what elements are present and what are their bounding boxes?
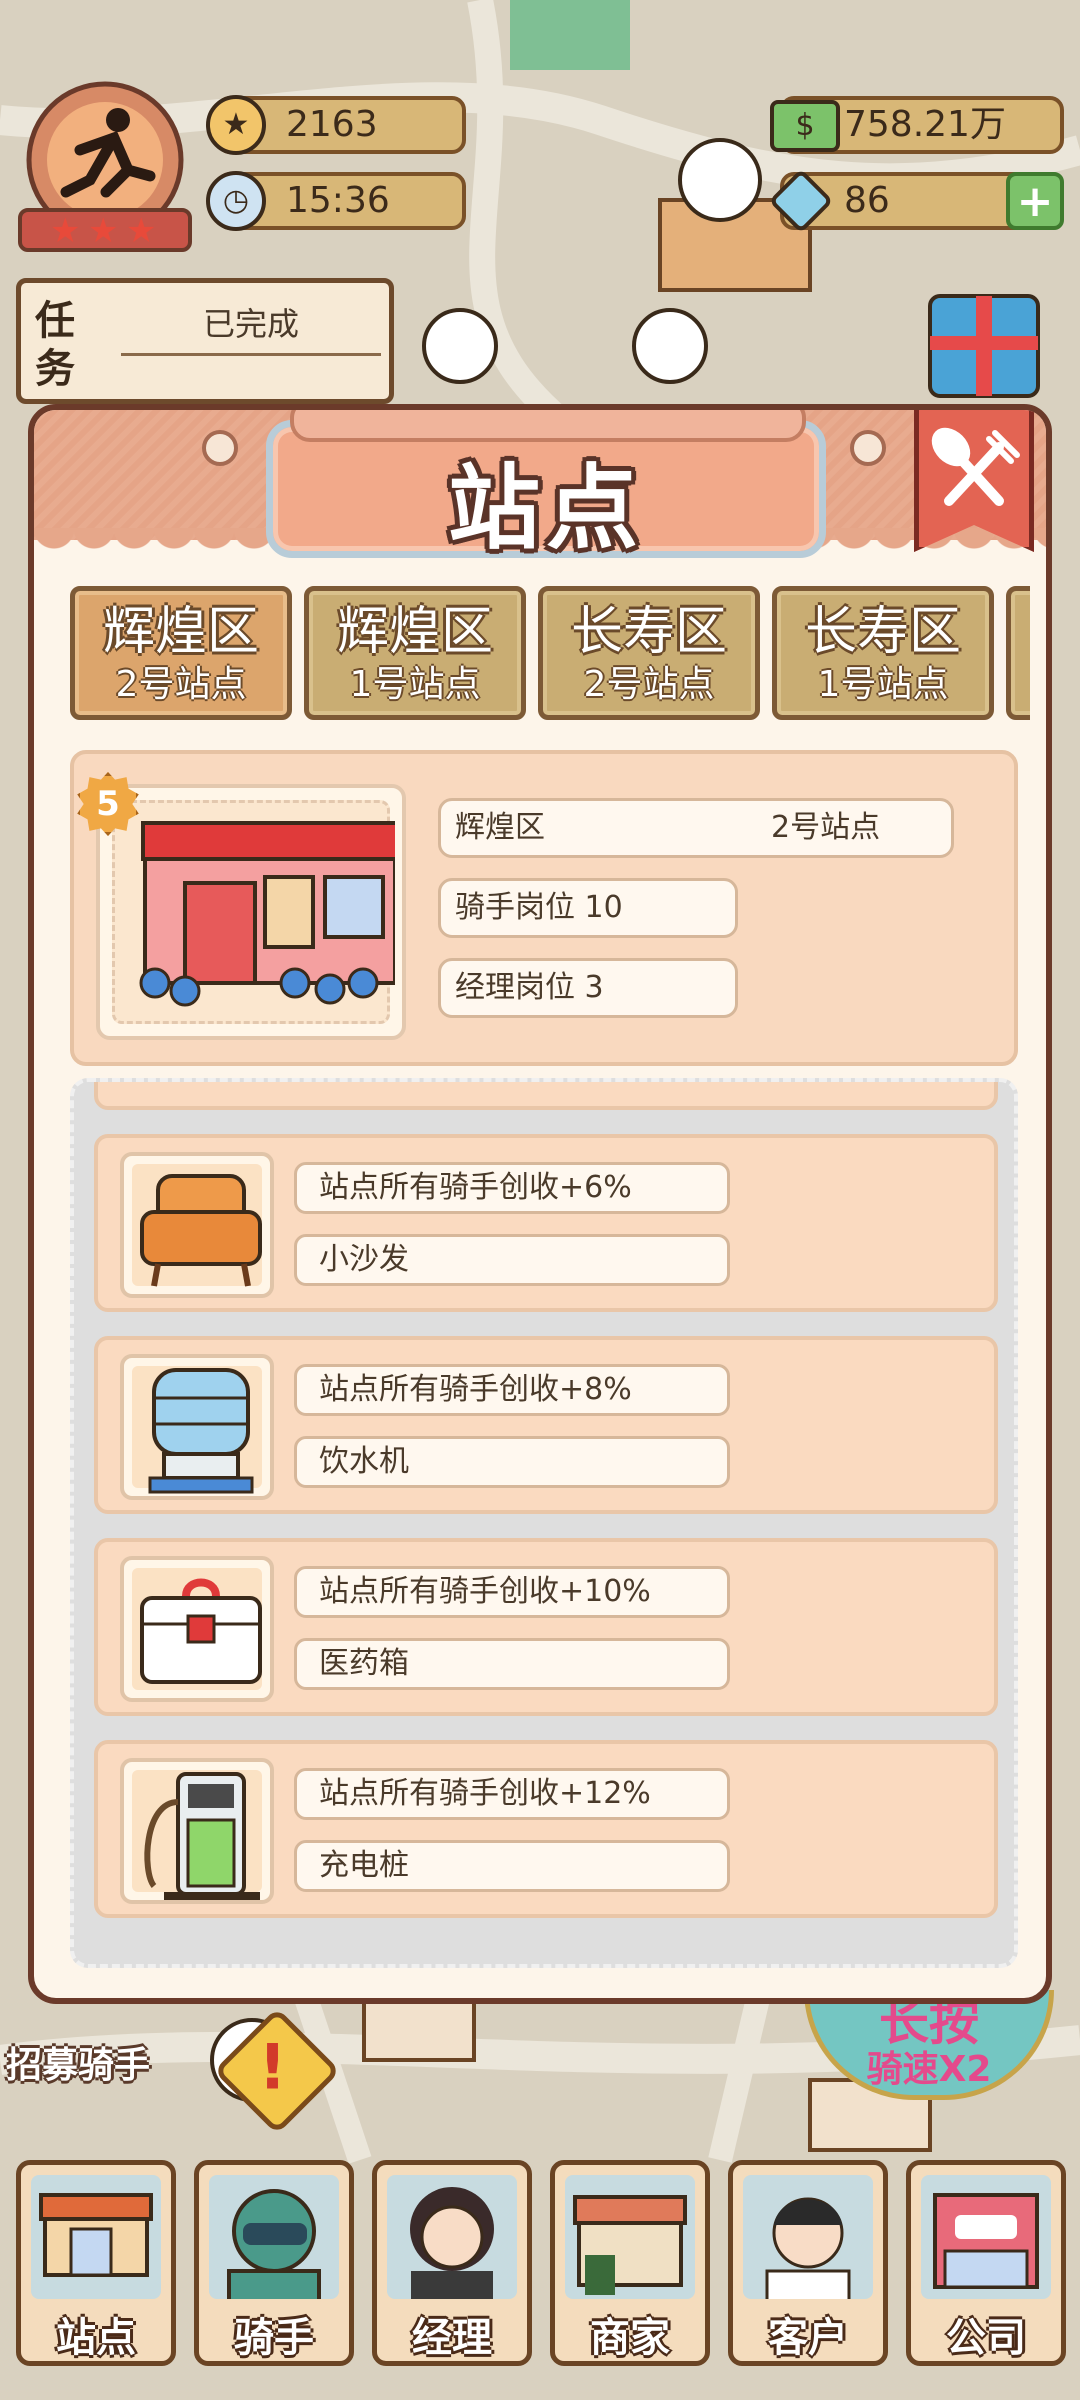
clock-icon: ◷: [206, 171, 266, 231]
station-modal: 站点 辉煌区 2号站点 辉煌区 1号站点 长寿区 2号站点 长寿区 1号站点 5…: [28, 404, 1052, 2004]
facility-name: 饮水机: [294, 1436, 730, 1488]
star-icon: ★: [206, 95, 266, 155]
svg-text:★: ★: [126, 211, 156, 251]
svg-text:★: ★: [50, 211, 80, 251]
nav-company[interactable]: 公司: [906, 2160, 1066, 2366]
facility-bonus: 站点所有骑手创收+6%: [294, 1162, 730, 1214]
recruit-rider-button[interactable]: 招募骑手: [6, 2036, 150, 2088]
facility-item[interactable]: 站点所有骑手创收+6% 小沙发: [94, 1134, 998, 1312]
svg-text:★: ★: [88, 211, 118, 251]
station-icon: [31, 2175, 161, 2299]
rider-icon: [209, 2175, 339, 2299]
facility-bonus: 站点所有骑手创收+10%: [294, 1566, 730, 1618]
station-info-card: 5 辉煌区 2号站点 骑手岗位 10 经理岗位 3: [70, 750, 1018, 1066]
task-label: 任务: [35, 298, 75, 392]
running-man-icon: ★ ★ ★: [18, 81, 192, 252]
manager-icon: [387, 2175, 517, 2299]
armchair-icon: [140, 1174, 262, 1287]
merchant-icon: [565, 2175, 695, 2299]
facility-item[interactable]: 站点所有骑手创收+10% 医药箱: [94, 1538, 998, 1716]
station-image: [96, 784, 406, 1040]
station-tabs: 辉煌区 2号站点 辉煌区 1号站点 长寿区 2号站点 长寿区 1号站点: [70, 586, 1030, 724]
facility-item[interactable]: 站点所有骑手创收+8% 饮水机: [94, 1336, 998, 1514]
nav-customer[interactable]: 客户: [728, 2160, 888, 2366]
pin-icon: [850, 430, 886, 466]
company-icon: [921, 2175, 1051, 2299]
facility-list[interactable]: 站点所有骑手创收+6% 小沙发 站点所有骑手创收+8% 饮水机 站点所有骑手创收…: [70, 1078, 1018, 1968]
task-panel[interactable]: 任务 已完成: [16, 278, 394, 404]
money-counter: $ 758.21万: [770, 96, 1064, 154]
facility-name: 小沙发: [294, 1234, 730, 1286]
tab-station-more[interactable]: [1006, 586, 1030, 720]
water-dispenser-icon: [148, 1368, 254, 1494]
charging-pile-icon: [144, 1772, 260, 1900]
speed-boost-button[interactable]: 长按 骑速X2: [804, 1990, 1054, 2100]
nav-rider[interactable]: 骑手: [194, 2160, 354, 2366]
customer-icon: [743, 2175, 873, 2299]
task-status: 已完成: [121, 299, 381, 356]
rider-slots-field: 骑手岗位 10: [438, 878, 738, 938]
tab-station-1[interactable]: 辉煌区 2号站点: [70, 586, 292, 720]
tab-station-4[interactable]: 长寿区 1号站点: [772, 586, 994, 720]
first-aid-kit-icon: [140, 1578, 262, 1684]
station-building-icon: [139, 821, 399, 1007]
pin-icon: [202, 430, 238, 466]
nav-manager[interactable]: 经理: [372, 2160, 532, 2366]
clock-display: ◷ 15:36: [206, 171, 466, 231]
player-rank-badge[interactable]: ★ ★ ★: [10, 80, 200, 260]
list-item-partial: [94, 1082, 998, 1110]
facility-bonus: 站点所有骑手创收+8%: [294, 1364, 730, 1416]
nav-merchant[interactable]: 商家: [550, 2160, 710, 2366]
bottom-nav: 站点 骑手 经理 商家 客户 公司: [0, 2160, 1080, 2400]
manager-slots-field: 经理岗位 3: [438, 958, 738, 1018]
cash-icon: $: [770, 100, 840, 152]
tab-station-3[interactable]: 长寿区 2号站点: [538, 586, 760, 720]
facility-name: 医药箱: [294, 1638, 730, 1690]
facility-item[interactable]: 站点所有骑手创收+12% 充电桩: [94, 1740, 998, 1918]
station-name: 2号站点: [771, 810, 881, 845]
fork-knife-icon: [931, 427, 1020, 506]
nav-station[interactable]: 站点: [16, 2160, 176, 2366]
station-district: 辉煌区: [455, 810, 545, 845]
facility-name: 充电桩: [294, 1840, 730, 1892]
station-location-field: 辉煌区 2号站点: [438, 798, 954, 858]
add-gems-button[interactable]: +: [1006, 172, 1064, 230]
star-counter: ★ 2163: [206, 95, 466, 155]
facility-bonus: 站点所有骑手创收+12%: [294, 1768, 730, 1820]
modal-title: 站点: [447, 455, 644, 562]
tab-station-2[interactable]: 辉煌区 1号站点: [304, 586, 526, 720]
